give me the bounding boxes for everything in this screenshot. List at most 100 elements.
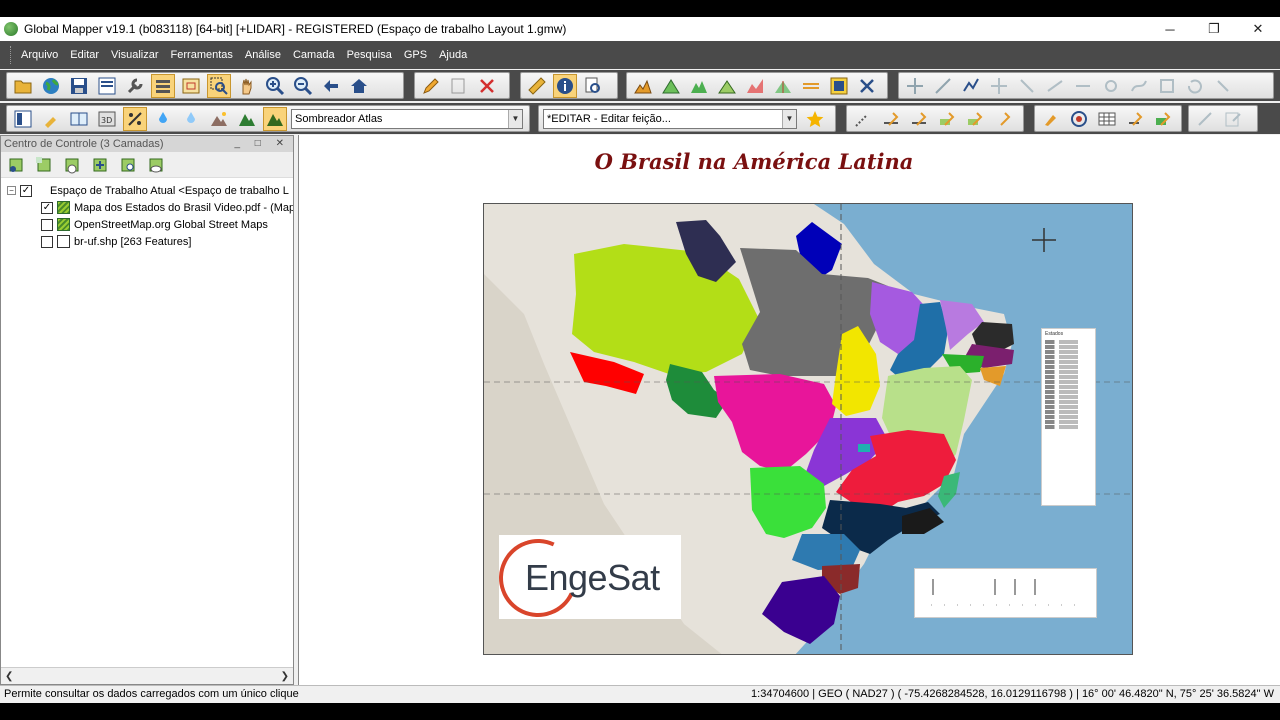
layer-control-icon[interactable] — [151, 73, 175, 98]
cross-section-icon[interactable] — [799, 74, 823, 98]
layer-copy-icon[interactable] — [33, 154, 55, 176]
rotate-icon[interactable] — [1183, 74, 1207, 98]
layout-icon[interactable] — [11, 107, 35, 131]
config-icon[interactable] — [95, 74, 119, 98]
pick-color-icon[interactable] — [39, 107, 63, 131]
watershed-icon[interactable] — [687, 74, 711, 98]
open-folder-icon[interactable] — [11, 74, 35, 98]
zoom-select-icon[interactable] — [207, 73, 231, 98]
globe-icon[interactable] — [39, 74, 63, 98]
horizontal-scrollbar[interactable]: ❮ ❯ — [1, 667, 293, 684]
workspace-checkbox[interactable]: ✓ — [20, 184, 32, 197]
terrain-icon[interactable] — [631, 74, 655, 98]
edit-pen-icon[interactable] — [1039, 107, 1063, 131]
3d-view-icon[interactable]: 3D — [95, 107, 119, 131]
layer-visibility-icon[interactable] — [145, 154, 167, 176]
hillshade-icon[interactable] — [207, 107, 231, 131]
contour-icon[interactable] — [659, 74, 683, 98]
menu-gps[interactable]: GPS — [398, 41, 433, 69]
layer-move-icon[interactable] — [89, 154, 111, 176]
percent-slope-icon[interactable] — [123, 106, 147, 131]
move-vertex-icon[interactable] — [903, 74, 927, 98]
edit-doc-icon[interactable] — [1221, 107, 1245, 131]
snap-icon[interactable] — [1211, 74, 1235, 98]
tree-layer-row[interactable]: OpenStreetMap.org Global Street Maps — [1, 216, 293, 233]
create-point-icon[interactable] — [851, 107, 875, 131]
layer-checkbox[interactable] — [41, 235, 53, 248]
join-icon[interactable] — [1099, 74, 1123, 98]
delete-icon[interactable] — [475, 74, 499, 98]
menu-ferramentas[interactable]: Ferramentas — [165, 41, 239, 69]
overview-icon[interactable] — [179, 74, 203, 98]
layer-search-icon[interactable] — [117, 154, 139, 176]
scale-feature-icon[interactable] — [931, 74, 955, 98]
split-icon[interactable] — [1071, 74, 1095, 98]
create-line-icon[interactable] — [879, 107, 903, 131]
shader-icon[interactable] — [263, 106, 287, 131]
line-icon[interactable] — [1043, 74, 1067, 98]
path-profile-icon[interactable] — [771, 74, 795, 98]
table-icon[interactable] — [1095, 107, 1119, 131]
scroll-right-icon[interactable]: ❯ — [281, 671, 289, 682]
panel-buttons[interactable]: _ □ ✕ — [234, 136, 290, 152]
vertex-edit-icon[interactable] — [959, 74, 983, 98]
tree-layer-row[interactable]: br-uf.shp [263 Features] — [1, 233, 293, 250]
raster-calc-icon[interactable] — [827, 74, 851, 98]
ruler-icon[interactable] — [525, 74, 549, 98]
minimize-button[interactable]: ─ — [1148, 17, 1192, 41]
split-view-icon[interactable] — [67, 107, 91, 131]
pencil-icon[interactable] — [419, 74, 443, 98]
zoom-out-icon[interactable] — [291, 74, 315, 98]
close-layer-icon[interactable] — [61, 154, 83, 176]
tree-layer-row[interactable]: ✓ Mapa dos Estados do Brasil Video.pdf -… — [1, 199, 293, 216]
select-area-icon[interactable] — [447, 74, 471, 98]
wrench-icon[interactable] — [123, 74, 147, 98]
layer-checkbox[interactable]: ✓ — [41, 201, 53, 214]
create-range-icon[interactable] — [991, 107, 1015, 131]
water-level-icon[interactable] — [151, 107, 175, 131]
move-icon[interactable] — [987, 74, 1011, 98]
create-circle-icon[interactable] — [963, 107, 987, 131]
menu-pesquisa[interactable]: Pesquisa — [341, 41, 398, 69]
feature-area-icon[interactable] — [1151, 107, 1175, 131]
zoom-in-icon[interactable] — [263, 74, 287, 98]
create-rect-icon[interactable] — [935, 107, 959, 131]
water-drop-icon[interactable] — [179, 107, 203, 131]
map-frame[interactable]: Estados EngeSat — [483, 203, 1133, 655]
menu-arquivo[interactable]: Arquivo — [15, 41, 64, 69]
shader-select[interactable]: Sombreador Atlas ▼ — [291, 108, 523, 129]
find-icon[interactable] — [581, 74, 605, 98]
save-icon[interactable] — [67, 74, 91, 98]
pan-hand-icon[interactable] — [235, 74, 259, 98]
check-icon[interactable] — [1193, 107, 1217, 131]
target-icon[interactable] — [1067, 107, 1091, 131]
map-view[interactable]: O Brasil na América Latina Estados EngeS… — [298, 135, 1280, 685]
attribute-icon[interactable] — [1123, 107, 1147, 131]
reshape-icon[interactable] — [1155, 74, 1179, 98]
menu-analise[interactable]: Análise — [239, 41, 287, 69]
maximize-button[interactable]: ❐ — [1192, 17, 1236, 41]
chevron-down-icon[interactable]: ▼ — [782, 109, 796, 128]
menu-editar[interactable]: Editar — [64, 41, 105, 69]
menu-visualizar[interactable]: Visualizar — [105, 41, 165, 69]
close-button[interactable]: ✕ — [1236, 17, 1280, 41]
volume-icon[interactable] — [715, 74, 739, 98]
view-shed-icon[interactable] — [743, 74, 767, 98]
collapse-icon[interactable]: − — [7, 186, 16, 195]
scroll-left-icon[interactable]: ❮ — [5, 671, 13, 682]
smooth-icon[interactable] — [1127, 74, 1151, 98]
layer-checkbox[interactable] — [41, 218, 53, 231]
elevation-icon[interactable] — [235, 107, 259, 131]
menu-ajuda[interactable]: Ajuda — [433, 41, 473, 69]
cut-icon[interactable] — [1015, 74, 1039, 98]
menu-camada[interactable]: Camada — [287, 41, 341, 69]
star-icon[interactable] — [803, 107, 827, 131]
edit-feature-select[interactable]: *EDITAR - Editar feição... ▼ — [543, 108, 797, 129]
chevron-down-icon[interactable]: ▼ — [508, 109, 522, 128]
add-layer-icon[interactable] — [5, 154, 27, 176]
tree-workspace-row[interactable]: − ✓ Espaço de Trabalho Atual <Espaço de … — [1, 182, 293, 199]
info-icon[interactable] — [553, 73, 577, 98]
create-area-icon[interactable] — [907, 107, 931, 131]
back-arrow-icon[interactable] — [319, 74, 343, 98]
clear-analysis-icon[interactable] — [855, 74, 879, 98]
